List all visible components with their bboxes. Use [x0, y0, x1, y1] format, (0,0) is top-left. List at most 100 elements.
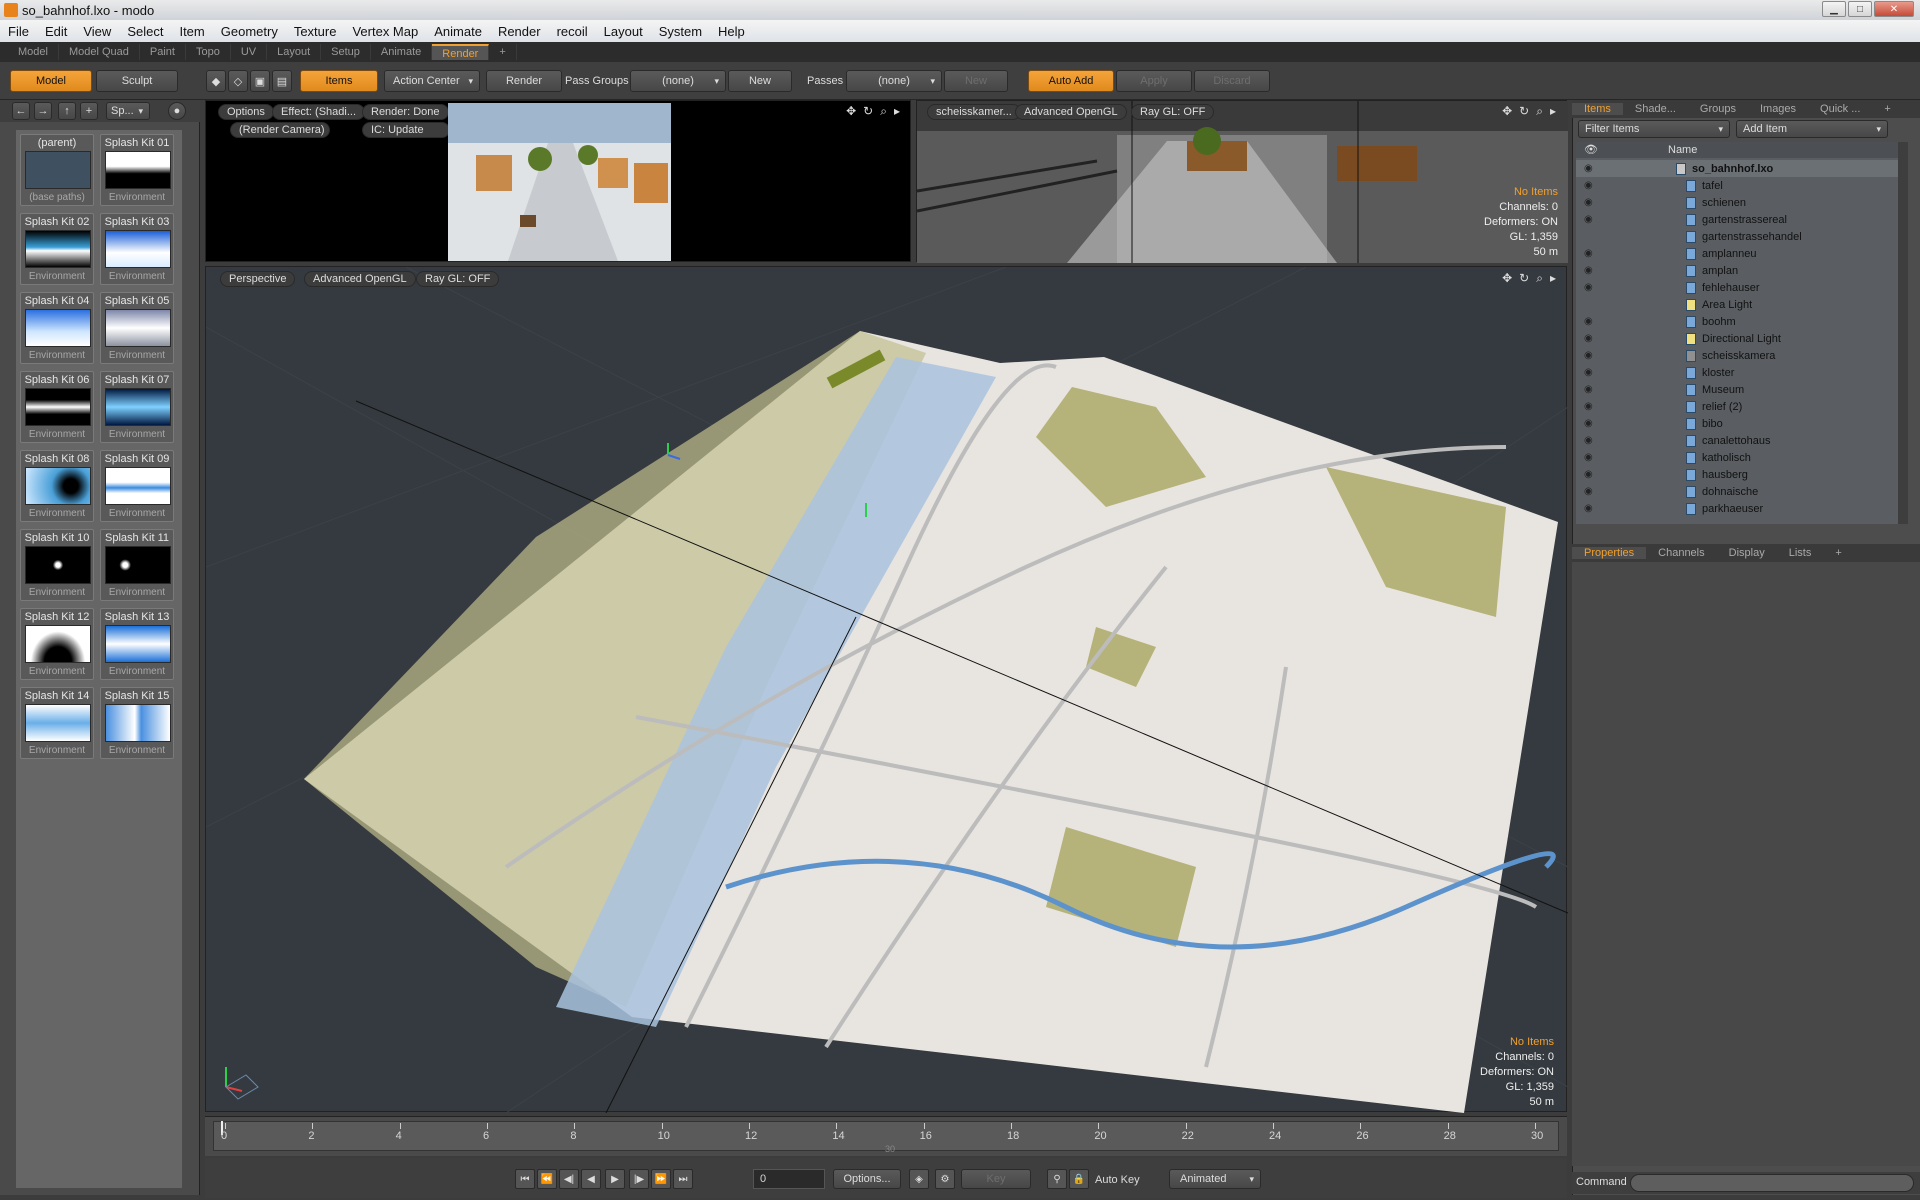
perspective-viewport[interactable]: Perspective Advanced OpenGL Ray GL: OFF … — [205, 266, 1568, 1113]
preset-thumbnail[interactable]: Splash Kit 15 Environment — [100, 687, 174, 759]
item-row[interactable]: ◉ gartenstrassereal — [1576, 211, 1898, 228]
tab-channels[interactable]: Channels — [1646, 547, 1716, 559]
timeline[interactable]: 30 0 2 4 6 8 10 12 14 16 18 20 22 24 26 28 30 — [205, 1116, 1567, 1156]
pan-icon[interactable]: ✥ — [1502, 271, 1512, 286]
pass-groups-dropdown[interactable]: (none) — [630, 70, 726, 92]
name-column-header[interactable]: Name — [1668, 144, 1697, 156]
preset-thumbnail[interactable]: Splash Kit 03 Environment — [100, 213, 174, 285]
model-mode-button[interactable]: Model — [10, 70, 92, 92]
add-preset-icon[interactable]: + — [80, 102, 98, 120]
new-pass-group-button[interactable]: New — [728, 70, 792, 92]
preset-thumbnail[interactable]: Splash Kit 10 Environment — [20, 529, 94, 601]
visibility-eye-icon[interactable]: ◉ — [1584, 316, 1596, 328]
item-row[interactable]: ◉ boohm — [1576, 313, 1898, 330]
item-row[interactable]: ◉ Directional Light — [1576, 330, 1898, 347]
preset-thumbnail[interactable]: Splash Kit 14 Environment — [20, 687, 94, 759]
preset-thumbnail[interactable]: Splash Kit 06 Environment — [20, 371, 94, 443]
menu-geometry[interactable]: Geometry — [213, 24, 286, 39]
menu-layout[interactable]: Layout — [596, 24, 651, 39]
menu-file[interactable]: File — [0, 24, 37, 39]
tab-items[interactable]: Items — [1572, 103, 1623, 115]
vertices-select-icon[interactable]: ◆ — [206, 70, 226, 92]
layout-tab-animate[interactable]: Animate — [371, 44, 433, 60]
visibility-eye-icon[interactable]: ◉ — [1584, 350, 1596, 362]
item-row[interactable]: ◉ relief (2) — [1576, 398, 1898, 415]
tab-shade[interactable]: Shade... — [1623, 103, 1688, 115]
keyframe-icon[interactable]: ◈ — [909, 1169, 929, 1189]
visibility-eye-icon[interactable]: ◉ — [1584, 401, 1596, 413]
thumbnail-size-slider[interactable]: ● — [168, 102, 186, 120]
render-preview-viewport[interactable]: Options Effect: (Shadi... Render: Done (… — [205, 100, 911, 262]
menu-item[interactable]: Item — [171, 24, 212, 39]
visibility-eye-icon[interactable]: ◉ — [1584, 384, 1596, 396]
polygons-select-icon[interactable]: ▣ — [250, 70, 270, 92]
raygl-toggle[interactable]: Ray GL: OFF — [416, 271, 500, 287]
preset-thumbnail[interactable]: Splash Kit 12 Environment — [20, 608, 94, 680]
effect-dropdown[interactable]: Effect: (Shadi... — [272, 104, 366, 120]
key-button[interactable]: Key — [961, 1169, 1031, 1189]
visibility-eye-icon[interactable]: ◉ — [1584, 265, 1596, 277]
pan-icon[interactable]: ✥ — [1502, 104, 1512, 119]
tab-groups[interactable]: Groups — [1688, 103, 1748, 115]
menu-system[interactable]: System — [651, 24, 710, 39]
layout-tab-model-quad[interactable]: Model Quad — [59, 44, 140, 60]
tab-add[interactable]: + — [1823, 547, 1853, 559]
apply-button[interactable]: Apply — [1116, 70, 1192, 92]
layout-tab-layout[interactable]: Layout — [267, 44, 322, 60]
preset-thumbnail[interactable]: Splash Kit 05 Environment — [100, 292, 174, 364]
tab-quick[interactable]: Quick ... — [1808, 103, 1872, 115]
command-input[interactable] — [1630, 1174, 1914, 1192]
shading-dropdown[interactable]: Advanced OpenGL — [304, 271, 416, 287]
auto-key-lock-icon[interactable]: 🔒 — [1069, 1169, 1089, 1189]
preset-thumbnail[interactable]: Splash Kit 09 Environment — [100, 450, 174, 522]
visibility-eye-icon[interactable]: ◉ — [1584, 418, 1596, 430]
visibility-eye-icon[interactable]: ◉ — [1584, 435, 1596, 447]
previous-key-icon[interactable]: ⏪ — [537, 1169, 557, 1189]
materials-select-icon[interactable]: ▤ — [272, 70, 292, 92]
auto-key-mode-icon[interactable]: ⚲ — [1047, 1169, 1067, 1189]
item-row[interactable]: ◉ canalettohaus — [1576, 432, 1898, 449]
visibility-eye-icon[interactable]: ◉ — [1584, 180, 1596, 192]
menu-vertex-map[interactable]: Vertex Map — [344, 24, 426, 39]
item-row[interactable]: ◉ kloster — [1576, 364, 1898, 381]
item-row[interactable]: ◉ amplanneu — [1576, 245, 1898, 262]
zoom-icon[interactable]: ⌕ — [1536, 104, 1543, 119]
pan-icon[interactable]: ✥ — [846, 104, 856, 119]
item-row[interactable]: ◉ bibo — [1576, 415, 1898, 432]
item-row[interactable]: ◉ parkhaeuser — [1576, 500, 1898, 517]
item-row[interactable]: gartenstrassehandel — [1576, 228, 1898, 245]
go-to-end-icon[interactable]: ⏭ — [673, 1169, 693, 1189]
visibility-eye-icon[interactable]: ◉ — [1584, 282, 1596, 294]
render-button[interactable]: Render — [486, 70, 562, 92]
menu-select[interactable]: Select — [119, 24, 171, 39]
frame-field[interactable]: 0 — [753, 1169, 825, 1189]
visibility-eye-icon[interactable]: ◉ — [1584, 197, 1596, 209]
tab-properties[interactable]: Properties — [1572, 547, 1647, 559]
preset-thumbnail[interactable]: Splash Kit 01 Environment — [100, 134, 174, 206]
main-view-controls[interactable]: ✥ ↻ ⌕ ▸ — [1502, 271, 1556, 286]
options-button[interactable]: Options... — [833, 1169, 901, 1189]
item-row[interactable]: ◉ dohnaische — [1576, 483, 1898, 500]
filter-items-dropdown[interactable]: Filter Items — [1578, 120, 1730, 138]
camera-view-controls[interactable]: ✥ ↻ ⌕ ▸ — [1502, 104, 1556, 119]
layout-tab-add[interactable]: + — [489, 44, 517, 60]
zoom-icon[interactable]: ⌕ — [1536, 271, 1543, 286]
preset-thumbnail[interactable]: Splash Kit 02 Environment — [20, 213, 94, 285]
close-button[interactable]: ✕ — [1874, 1, 1914, 17]
preset-thumbnail[interactable]: Splash Kit 04 Environment — [20, 292, 94, 364]
visibility-eye-icon[interactable]: ◉ — [1584, 214, 1596, 226]
preset-thumbnail[interactable]: Splash Kit 08 Environment — [20, 450, 94, 522]
item-row[interactable]: ◉ fehlehauser — [1576, 279, 1898, 296]
camera-dropdown[interactable]: scheisskamer... — [927, 104, 1021, 120]
auto-add-button[interactable]: Auto Add — [1028, 70, 1114, 92]
tab-add[interactable]: + — [1872, 103, 1902, 115]
item-row[interactable]: ◉ tafel — [1576, 177, 1898, 194]
next-key-icon[interactable]: ⏩ — [651, 1169, 671, 1189]
tab-images[interactable]: Images — [1748, 103, 1808, 115]
menu-animate[interactable]: Animate — [426, 24, 490, 39]
preset-thumbnail[interactable]: (parent) (base paths) — [20, 134, 94, 206]
visibility-eye-icon[interactable]: ◉ — [1584, 503, 1596, 515]
camera-viewport[interactable]: scheisskamer... Advanced OpenGL Ray GL: … — [916, 100, 1568, 263]
play-icon[interactable]: ▶ — [605, 1169, 625, 1189]
preset-thumbnail[interactable]: Splash Kit 13 Environment — [100, 608, 174, 680]
